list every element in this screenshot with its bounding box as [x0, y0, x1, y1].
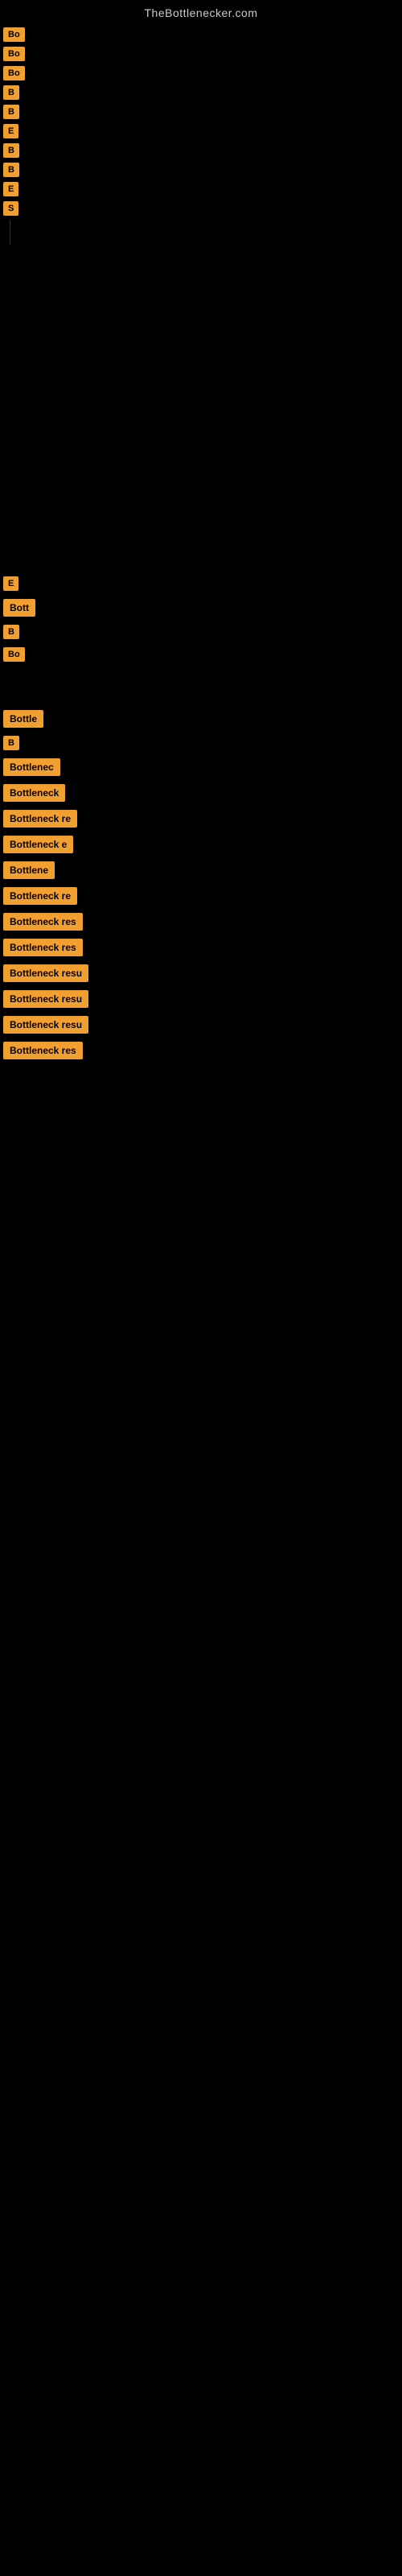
gap-2: [0, 282, 402, 314]
gap-3: [0, 314, 402, 346]
button-3[interactable]: Bo: [3, 66, 25, 80]
row-9: E: [3, 182, 402, 196]
button-17[interactable]: Bottlenec: [3, 758, 60, 776]
row-16: B: [3, 736, 402, 750]
button-12[interactable]: Bott: [3, 599, 35, 617]
gap-10: [0, 539, 402, 572]
button-18[interactable]: Bottleneck: [3, 784, 65, 802]
site-title: TheBottlenecker.com: [0, 0, 402, 23]
row-6: E: [3, 124, 402, 138]
button-11[interactable]: E: [3, 576, 18, 591]
row-11: E: [3, 576, 402, 591]
row-7: B: [3, 143, 402, 158]
gap-5: [0, 378, 402, 411]
button-16[interactable]: B: [3, 736, 19, 750]
button-4[interactable]: B: [3, 85, 19, 100]
button-25[interactable]: Bottleneck resu: [3, 964, 88, 982]
row-23: Bottleneck res: [3, 913, 402, 931]
gap-7: [0, 443, 402, 475]
row-15: Bottle: [3, 710, 402, 728]
row-14: Bo: [3, 647, 402, 662]
row-4: B: [3, 85, 402, 100]
button-26[interactable]: Bottleneck resu: [3, 990, 88, 1008]
button-24[interactable]: Bottleneck res: [3, 939, 83, 956]
row-21: Bottlene: [3, 861, 402, 879]
button-19[interactable]: Bottleneck re: [3, 810, 77, 828]
button-6[interactable]: E: [3, 124, 18, 138]
row-12: Bott: [3, 599, 402, 617]
row-3: Bo: [3, 66, 402, 80]
row-17: Bottlenec: [3, 758, 402, 776]
button-23[interactable]: Bottleneck res: [3, 913, 83, 931]
row-2: Bo: [3, 47, 402, 61]
button-28[interactable]: Bottleneck res: [3, 1042, 83, 1059]
button-22[interactable]: Bottleneck re: [3, 887, 77, 905]
button-14[interactable]: Bo: [3, 647, 25, 662]
button-8[interactable]: B: [3, 163, 19, 177]
gap-6: [0, 411, 402, 443]
button-13[interactable]: B: [3, 625, 19, 639]
button-10[interactable]: S: [3, 201, 18, 216]
button-15[interactable]: Bottle: [3, 710, 43, 728]
button-5[interactable]: B: [3, 105, 19, 119]
row-1: Bo: [3, 27, 402, 42]
row-5: B: [3, 105, 402, 119]
button-20[interactable]: Bottleneck e: [3, 836, 73, 853]
gap-1: [0, 250, 402, 282]
row-28: Bottleneck res: [3, 1042, 402, 1059]
gap-4: [0, 346, 402, 378]
gap-8: [0, 475, 402, 507]
button-1[interactable]: Bo: [3, 27, 25, 42]
button-27[interactable]: Bottleneck resu: [3, 1016, 88, 1034]
row-22: Bottleneck re: [3, 887, 402, 905]
button-9[interactable]: E: [3, 182, 18, 196]
row-8: B: [3, 163, 402, 177]
button-7[interactable]: B: [3, 143, 19, 158]
separator-line: [3, 221, 402, 245]
row-27: Bottleneck resu: [3, 1016, 402, 1034]
row-13: B: [3, 625, 402, 639]
row-19: Bottleneck re: [3, 810, 402, 828]
row-20: Bottleneck e: [3, 836, 402, 853]
gap-11: [0, 670, 402, 702]
button-21[interactable]: Bottlene: [3, 861, 55, 879]
row-25: Bottleneck resu: [3, 964, 402, 982]
button-2[interactable]: Bo: [3, 47, 25, 61]
row-10: S: [3, 201, 402, 216]
row-26: Bottleneck resu: [3, 990, 402, 1008]
gap-9: [0, 507, 402, 539]
row-24: Bottleneck res: [3, 939, 402, 956]
row-18: Bottleneck: [3, 784, 402, 802]
